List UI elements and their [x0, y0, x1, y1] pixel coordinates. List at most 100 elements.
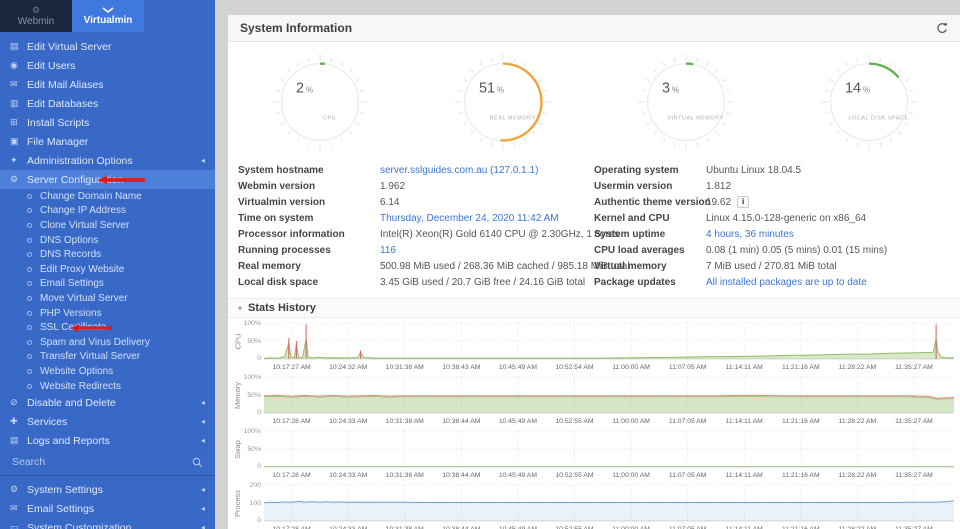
red-arrow-annotation: [70, 323, 112, 333]
gauge-dial-cpu: 2%CPU: [270, 52, 370, 152]
panel-header: System Information: [228, 15, 960, 42]
info-value: Linux 4.15.0-128-generic on x86_64: [706, 213, 866, 224]
users-icon: ◉: [10, 60, 27, 71]
svg-text:10:52:55 AM: 10:52:55 AM: [555, 418, 594, 425]
info-value: Intel(R) Xeon(R) Gold 6140 CPU @ 2.30GHz…: [380, 229, 619, 240]
svg-text:10:24:33 AM: 10:24:33 AM: [329, 418, 368, 425]
sidebar-subitem-change-domain-name[interactable]: Change Domain Name: [0, 189, 215, 204]
ytick: 50%: [247, 392, 261, 399]
info-value[interactable]: 116: [380, 245, 396, 256]
svg-text:11:07:05 AM: 11:07:05 AM: [669, 472, 707, 479]
sidebar-subitem-dns-options[interactable]: DNS Options: [0, 233, 215, 248]
sidebar-subitem-edit-proxy-website[interactable]: Edit Proxy Website: [0, 262, 215, 277]
info-value: 0.08 (1 min) 0.05 (5 mins) 0.01 (15 mins…: [706, 245, 887, 256]
svg-text:11:35:27 AM: 11:35:27 AM: [895, 364, 933, 371]
sidebar-tabs: ⚙ Webmin Virtualmin: [0, 0, 215, 32]
info-row-package-updates: Package updatesAll installed packages ar…: [594, 274, 950, 290]
ytick: 0: [257, 355, 261, 362]
sidebar-subitem-website-options[interactable]: Website Options: [0, 364, 215, 379]
sidebar-item-system-settings[interactable]: ⚙System Settings◂: [0, 480, 215, 499]
sidebar-item-services[interactable]: ✚Services◂: [0, 412, 215, 431]
bullet-icon: [27, 325, 32, 330]
stats-history-header[interactable]: ▾ Stats History: [228, 299, 960, 318]
info-label: Usermin version: [594, 181, 706, 192]
sidebar-item-install-scripts[interactable]: ⊞Install Scripts: [0, 113, 215, 132]
sidebar-item-administration-options[interactable]: ✦Administration Options◂: [0, 151, 215, 170]
sidebar-subitem-spam-and-virus-delivery[interactable]: Spam and Virus Delivery: [0, 335, 215, 350]
info-label: Running processes: [238, 245, 380, 256]
sidebar-item-edit-databases[interactable]: ▥Edit Databases: [0, 94, 215, 113]
sidebar-search[interactable]: Search: [0, 452, 215, 472]
sidebar-item-edit-mail-aliases[interactable]: ✉Edit Mail Aliases: [0, 75, 215, 94]
chart-axis-label: Process: [232, 484, 243, 522]
admin-icon: ✦: [10, 155, 27, 166]
chevron-left-icon: ◂: [201, 523, 205, 529]
svg-text:10:17:28 AM: 10:17:28 AM: [273, 472, 312, 479]
sidebar-subitem-email-settings[interactable]: Email Settings: [0, 277, 215, 292]
info-row-kernel-and-cpu: Kernel and CPULinux 4.15.0-128-generic o…: [594, 210, 950, 226]
virtual-server-icon: ▤: [10, 41, 27, 52]
ytick: 50%: [247, 446, 261, 453]
info-value[interactable]: Thursday, December 24, 2020 11:42 AM: [380, 213, 559, 224]
info-row-operating-system: Operating systemUbuntu Linux 18.04.5: [594, 162, 950, 178]
bullet-icon: [27, 194, 32, 199]
tab-webmin-label: Webmin: [18, 16, 55, 27]
stats-chart-process: Process200100010:17:28 AM10:24:33 AM10:3…: [232, 484, 960, 529]
sidebar-subitem-label: Change Domain Name: [40, 191, 142, 202]
bullet-icon: [27, 208, 32, 213]
stats-chart-swap: Swap100%50%010:17:28 AM10:24:33 AM10:31:…: [232, 430, 960, 480]
info-value[interactable]: All installed packages are up to date: [706, 277, 867, 288]
info-column-right: Operating systemUbuntu Linux 18.04.5 User…: [594, 162, 950, 290]
sidebar-item-server-configuration[interactable]: ⚙Server Configuration: [0, 170, 215, 189]
gear-icon: ⚙: [10, 484, 27, 495]
sidebar-item-edit-users[interactable]: ◉Edit Users: [0, 56, 215, 75]
sidebar-item-disable-and-delete[interactable]: ⊘Disable and Delete◂: [0, 393, 215, 412]
sidebar-subitem-ssl-certificate[interactable]: SSL Certificate: [0, 320, 215, 335]
sidebar-item-file-manager[interactable]: ▣File Manager: [0, 132, 215, 151]
sidebar-item-system-customization[interactable]: ▭System Customization◂: [0, 518, 215, 529]
sidebar-item-email-settings[interactable]: ✉Email Settings◂: [0, 499, 215, 518]
info-row-virtual-memory: Virtual memory7 MiB used / 270.81 MiB to…: [594, 258, 950, 274]
gauge-real-memory: 51%REAL MEMORY: [411, 52, 594, 152]
bullet-icon: [27, 384, 32, 389]
info-value: 7 MiB used / 270.81 MiB total: [706, 261, 837, 272]
svg-text:10:45:49 AM: 10:45:49 AM: [499, 472, 538, 479]
tab-virtualmin[interactable]: Virtualmin: [72, 0, 144, 32]
tab-webmin[interactable]: ⚙ Webmin: [0, 0, 72, 32]
svg-text:10:52:55 AM: 10:52:55 AM: [555, 472, 594, 479]
install-icon: ⊞: [10, 117, 27, 128]
database-icon: ▥: [10, 98, 27, 109]
chart-axis-label: CPU: [232, 322, 243, 360]
info-value: 500.98 MiB used / 268.36 MiB cached / 98…: [380, 261, 630, 272]
sidebar-item-edit-virtual-server[interactable]: ▤Edit Virtual Server: [0, 37, 215, 56]
info-value: 6.14: [380, 197, 399, 208]
sidebar-subitem-clone-virtual-server[interactable]: Clone Virtual Server: [0, 218, 215, 233]
sidebar-subitem-php-versions[interactable]: PHP Versions: [0, 306, 215, 321]
info-row-system-uptime: System uptime4 hours, 36 minutes: [594, 226, 950, 242]
logs-icon: ▤: [10, 435, 27, 446]
power-icon: ⊘: [10, 397, 27, 408]
sidebar-subitem-transfer-virtual-server[interactable]: Transfer Virtual Server: [0, 350, 215, 365]
info-value: 1.962: [380, 181, 405, 192]
sidebar-subitem-change-ip-address[interactable]: Change IP Address: [0, 204, 215, 219]
info-value[interactable]: server.sslguides.com.au (127.0.1.1): [380, 165, 538, 176]
bullet-icon: [27, 281, 32, 286]
svg-text:11:00:00 AM: 11:00:00 AM: [612, 364, 650, 371]
sidebar-subitem-website-redirects[interactable]: Website Redirects: [0, 379, 215, 394]
info-button[interactable]: i: [737, 196, 749, 208]
sidebar-subitem-dns-records[interactable]: DNS Records: [0, 247, 215, 262]
chart-plot-process: 10:17:28 AM10:24:33 AM10:31:38 AM10:38:4…: [264, 484, 954, 529]
gauge-dial-virtual-memory: 3%VIRTUAL MEMORY: [636, 52, 736, 152]
info-value[interactable]: 4 hours, 36 minutes: [706, 229, 794, 240]
refresh-button[interactable]: [935, 22, 948, 35]
chart-plot-cpu: 10:17:27 AM10:24:32 AM10:31:38 AM10:38:4…: [264, 322, 954, 372]
info-column-left: System hostnameserver.sslguides.com.au (…: [238, 162, 594, 290]
sidebar-subitem-move-virtual-server[interactable]: Move Virtual Server: [0, 291, 215, 306]
svg-text:10:38:44 AM: 10:38:44 AM: [442, 418, 481, 425]
sidebar: ⚙ Webmin Virtualmin ▤Edit Virtual Server…: [0, 0, 215, 529]
sidebar-menu-mid: ⊘Disable and Delete◂✚Services◂▤Logs and …: [0, 393, 215, 450]
sidebar-subitem-label: Email Settings: [40, 278, 104, 289]
display-icon: ▭: [10, 522, 27, 529]
sidebar-item-logs-and-reports[interactable]: ▤Logs and Reports◂: [0, 431, 215, 450]
cogs-icon: ⚙: [10, 174, 27, 185]
